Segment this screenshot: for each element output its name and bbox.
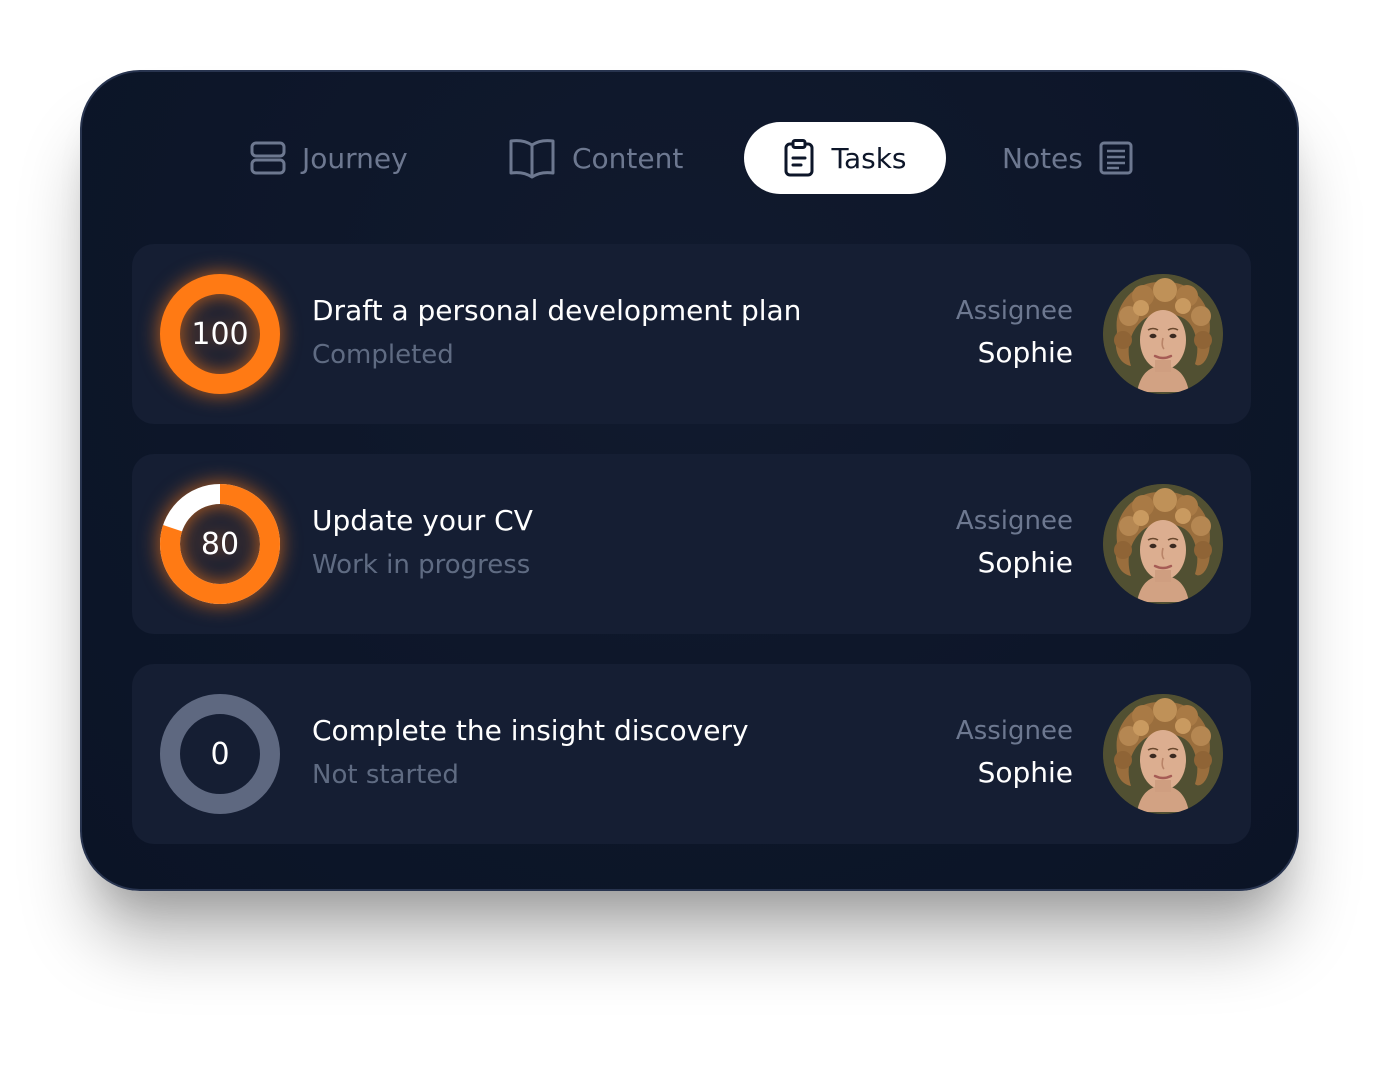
tab-tasks-label: Tasks <box>831 141 907 175</box>
notes-icon <box>1099 141 1133 175</box>
task-status: Completed <box>312 340 454 370</box>
progress-value: 100 <box>191 316 249 352</box>
assignee-name: Sophie <box>977 546 1073 579</box>
progress-ring: 0 <box>160 694 280 814</box>
progress-value: 80 <box>200 526 240 562</box>
journey-icon <box>250 140 286 176</box>
tab-content[interactable]: Content <box>508 122 683 194</box>
task-title: Complete the insight discovery <box>312 714 749 747</box>
task-status: Not started <box>312 760 459 790</box>
task-row[interactable]: 80 Update your CV Work in progress Assig… <box>132 454 1251 634</box>
tab-notes-label: Notes <box>1002 141 1083 175</box>
clipboard-icon <box>783 139 815 177</box>
task-row[interactable]: 100 Draft a personal development plan Co… <box>132 244 1251 424</box>
progress-value: 0 <box>210 736 230 772</box>
progress-ring: 80 <box>160 484 280 604</box>
tab-notes[interactable]: Notes <box>1002 122 1133 194</box>
task-title: Update your CV <box>312 504 533 537</box>
task-status: Work in progress <box>312 550 531 580</box>
task-row[interactable]: 0 Complete the insight discovery Not sta… <box>132 664 1251 844</box>
tab-tasks[interactable]: Tasks <box>744 122 946 194</box>
avatar[interactable] <box>1103 274 1223 394</box>
tab-journey[interactable]: Journey <box>250 122 408 194</box>
assignee-name: Sophie <box>977 336 1073 369</box>
progress-ring: 100 <box>160 274 280 394</box>
avatar[interactable] <box>1103 484 1223 604</box>
tab-content-label: Content <box>572 141 684 175</box>
task-title: Draft a personal development plan <box>312 294 802 327</box>
assignee-label: Assignee <box>955 506 1073 536</box>
assignee-label: Assignee <box>955 296 1073 326</box>
tab-journey-label: Journey <box>302 141 408 175</box>
tab-bar: Journey Content Tasks Notes <box>82 122 1297 194</box>
assignee-name: Sophie <box>977 756 1073 789</box>
avatar[interactable] <box>1103 694 1223 814</box>
assignee-label: Assignee <box>955 716 1073 746</box>
book-icon <box>508 137 556 179</box>
tasks-card: Journey Content Tasks Notes 100 Draft a … <box>80 70 1299 891</box>
